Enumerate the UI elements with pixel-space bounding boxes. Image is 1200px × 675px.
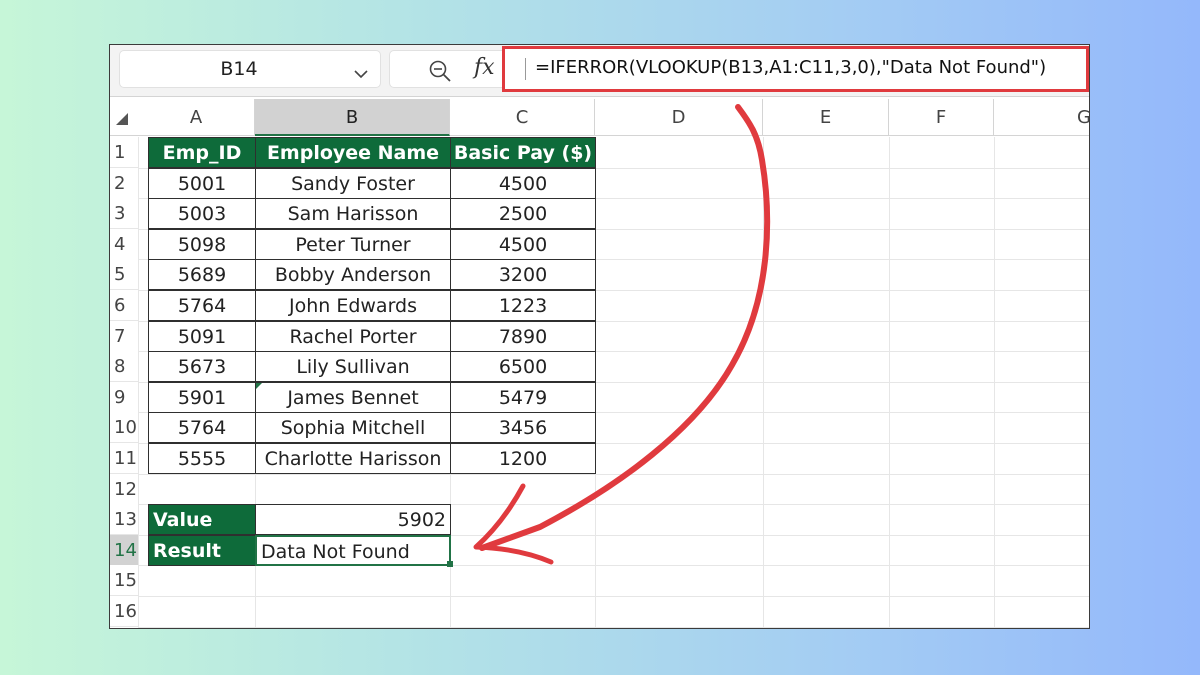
formula-tools: fx (389, 50, 509, 88)
formula-separator (525, 58, 526, 80)
cell-employee-name[interactable]: Charlotte Harisson (255, 443, 451, 474)
cell-basic-pay[interactable]: 4500 (450, 228, 596, 260)
chevron-down-icon[interactable] (354, 64, 368, 83)
cell-emp-id[interactable]: 5003 (148, 198, 256, 230)
name-box[interactable]: B14 (119, 50, 381, 88)
cell-emp-id[interactable]: 5901 (148, 381, 256, 413)
column-headers: A B C D E F G (110, 99, 1089, 136)
cell-basic-pay[interactable]: 2500 (450, 198, 596, 230)
header-emp-id[interactable]: Emp_ID (148, 137, 256, 168)
cell-emp-id[interactable]: 5555 (148, 443, 256, 474)
column-header-c[interactable]: C (450, 99, 595, 136)
column-header-f[interactable]: F (889, 99, 994, 136)
cell-emp-id[interactable]: 5001 (148, 167, 256, 199)
result-cell[interactable]: Data Not Found (255, 534, 451, 566)
cell-basic-pay[interactable]: 5479 (450, 381, 596, 413)
insert-function-icon[interactable]: fx (474, 55, 495, 80)
header-employee-name[interactable]: Employee Name (255, 137, 451, 168)
cell-basic-pay[interactable]: 6500 (450, 351, 596, 383)
cell-emp-id[interactable]: 5091 (148, 320, 256, 352)
spreadsheet-window: B14 fx =IFERROR(VLOOKUP(B13,A1:C11,3,0),… (109, 44, 1090, 629)
cell-employee-name[interactable]: James Bennet (255, 381, 451, 413)
cell-basic-pay[interactable]: 4500 (450, 167, 596, 199)
value-label[interactable]: Value (148, 504, 256, 536)
cell-employee-name[interactable]: Lily Sullivan (255, 351, 451, 383)
cell-employee-name[interactable]: Peter Turner (255, 228, 451, 260)
cell-employee-name[interactable]: Sandy Foster (255, 167, 451, 199)
cell-emp-id[interactable]: 5764 (148, 412, 256, 444)
cell-employee-name[interactable]: John Edwards (255, 290, 451, 321)
formula-text[interactable]: =IFERROR(VLOOKUP(B13,A1:C11,3,0),"Data N… (535, 57, 1046, 78)
cell-employee-name[interactable]: Bobby Anderson (255, 259, 451, 291)
column-header-b[interactable]: B (255, 99, 450, 136)
column-header-e[interactable]: E (763, 99, 889, 136)
formula-bar: B14 fx =IFERROR(VLOOKUP(B13,A1:C11,3,0),… (110, 45, 1089, 97)
column-header-g[interactable]: G (994, 99, 1089, 136)
cell-basic-pay[interactable]: 1223 (450, 290, 596, 321)
zoom-out-icon[interactable] (428, 59, 452, 87)
error-indicator-icon[interactable] (256, 382, 262, 389)
cell-emp-id[interactable]: 5673 (148, 351, 256, 383)
cell-emp-id[interactable]: 5689 (148, 259, 256, 291)
header-basic-pay[interactable]: Basic Pay ($) (450, 137, 596, 168)
column-header-d[interactable]: D (595, 99, 763, 136)
data-table: Emp_ID Employee Name Basic Pay ($) 5001 S… (110, 137, 1089, 628)
cell-basic-pay[interactable]: 3200 (450, 259, 596, 291)
name-box-value: B14 (220, 58, 258, 80)
column-header-a[interactable]: A (138, 99, 255, 136)
cell-employee-name[interactable]: Sam Harisson (255, 198, 451, 230)
cell-emp-id[interactable]: 5098 (148, 228, 256, 260)
cell-employee-name[interactable]: Sophia Mitchell (255, 412, 451, 444)
cell-basic-pay[interactable]: 1200 (450, 443, 596, 474)
cell-employee-name[interactable]: Rachel Porter (255, 320, 451, 352)
cell-emp-id[interactable]: 5764 (148, 290, 256, 321)
result-label[interactable]: Result (148, 534, 256, 566)
fill-handle[interactable] (447, 561, 453, 568)
value-cell[interactable]: 5902 (255, 504, 451, 536)
cell-basic-pay[interactable]: 7890 (450, 320, 596, 352)
cell-basic-pay[interactable]: 3456 (450, 412, 596, 444)
select-all-icon[interactable] (115, 111, 129, 130)
formula-input[interactable]: =IFERROR(VLOOKUP(B13,A1:C11,3,0),"Data N… (502, 46, 1089, 92)
